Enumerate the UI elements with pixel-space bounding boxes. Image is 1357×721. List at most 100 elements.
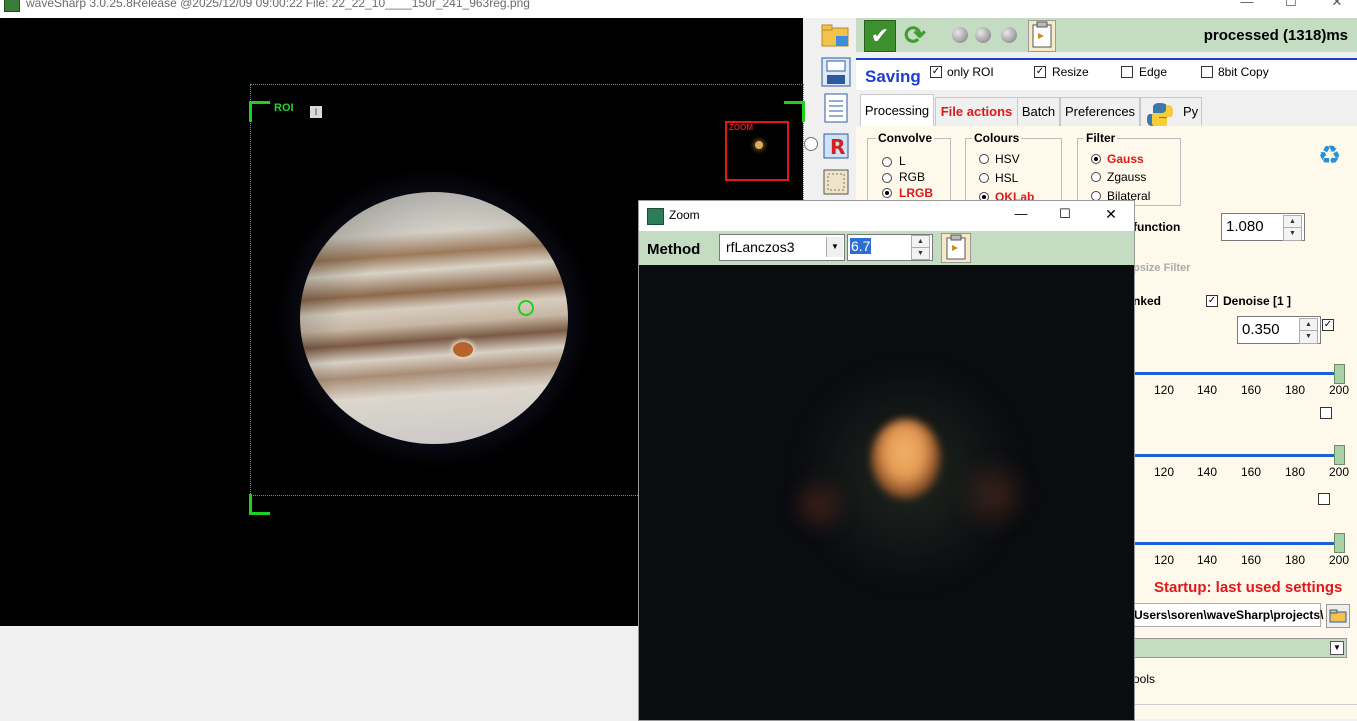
function-spinner[interactable]: 1.080 ▲ ▼: [1221, 213, 1305, 241]
panel-radio[interactable]: [804, 137, 818, 151]
slider-3-tick: 140: [1197, 553, 1218, 567]
function-value: 1.080: [1226, 218, 1264, 235]
tab-batch[interactable]: Batch: [1017, 97, 1060, 126]
method-dropdown-arrow-icon[interactable]: ▼: [826, 237, 843, 257]
denoise-extra-checkbox[interactable]: ✓: [1322, 319, 1334, 331]
minimize-button[interactable]: —: [1232, 0, 1262, 12]
slider-1-track[interactable]: [1133, 372, 1343, 375]
maximize-button[interactable]: ☐: [1276, 0, 1306, 12]
slider-3-thumb[interactable]: [1334, 533, 1345, 553]
app-icon: [4, 0, 20, 12]
eightbit-copy-checkbox[interactable]: [1201, 66, 1213, 78]
zoom-image[interactable]: [639, 265, 1134, 720]
open-folder-icon[interactable]: [820, 20, 854, 50]
clipboard-icon[interactable]: [1028, 20, 1056, 52]
saving-label: Saving: [865, 67, 921, 86]
filter-label-gauss: Gauss: [1107, 152, 1144, 166]
convolve-radio-rgb[interactable]: [882, 173, 892, 183]
crop-icon[interactable]: [820, 166, 854, 196]
roi-marker[interactable]: I: [310, 106, 322, 118]
only-roi-checkbox[interactable]: ✓: [930, 66, 942, 78]
denoise-down-arrow-icon[interactable]: ▼: [1299, 330, 1318, 344]
denoise-value: 0.350: [1242, 321, 1280, 338]
zoom-blur-right: [959, 455, 1029, 535]
zoom-factor-value[interactable]: 6.7: [850, 238, 872, 254]
convolve-radio-lrgb[interactable]: [882, 188, 892, 198]
zoom-preview: [755, 141, 763, 149]
browse-folder-icon[interactable]: [1326, 604, 1350, 628]
tab-python-label: Py: [1183, 104, 1199, 119]
startup-status: Startup: last used settings: [1154, 579, 1343, 596]
reset-roi-icon[interactable]: R: [820, 130, 854, 160]
resize-checkbox[interactable]: ✓: [1034, 66, 1046, 78]
close-button[interactable]: ✕: [1322, 0, 1352, 12]
preset-circle-1-icon[interactable]: [952, 27, 968, 43]
zoom-app-icon: [647, 208, 664, 225]
edge-checkbox[interactable]: [1121, 66, 1133, 78]
zoom-indicator-box[interactable]: ZOOM: [725, 121, 789, 181]
zoom-maximize-button[interactable]: ☐: [1055, 206, 1075, 222]
slider-1-tick: 180: [1285, 383, 1306, 397]
preset-circle-2-icon[interactable]: [975, 27, 991, 43]
project-path-field[interactable]: Users\soren\waveSharp\projects\: [1133, 603, 1323, 627]
colours-radio-hsl[interactable]: [979, 173, 989, 183]
zoom-clipboard-icon[interactable]: [941, 233, 971, 263]
apply-check-icon[interactable]: ✔: [864, 20, 896, 52]
window-title: waveSharp 3.0.25.8Release @2025/12/09 09…: [26, 0, 530, 10]
convolve-label-lrgb: LRGB: [899, 186, 933, 200]
only-roi-label: only ROI: [947, 65, 994, 79]
zoom-window: Zoom — ☐ ✕ Method rfLanczos3 ▼ 6.7 ▲ ▼: [638, 200, 1135, 721]
processing-status: processed (1318)ms: [1203, 27, 1348, 44]
preset-circle-3-icon[interactable]: [1001, 27, 1017, 43]
function-down-arrow-icon[interactable]: ▼: [1283, 227, 1302, 241]
slider-2-track[interactable]: [1133, 454, 1343, 457]
project-dropdown[interactable]: ▼: [1133, 638, 1347, 658]
recycle-icon[interactable]: ♻: [1318, 142, 1341, 168]
filter-radio-zgauss[interactable]: [1091, 172, 1101, 182]
denoise-spinner[interactable]: 0.350 ▲ ▼: [1237, 316, 1321, 344]
zoom-close-button[interactable]: ✕: [1101, 206, 1121, 223]
slider-2-tick: 200: [1329, 465, 1350, 479]
convolve-title: Convolve: [876, 131, 935, 145]
divider: [1133, 704, 1357, 705]
convolve-label-rgb: RGB: [899, 170, 926, 184]
tab-python[interactable]: Py: [1140, 97, 1202, 128]
method-value: rfLanczos3: [726, 239, 795, 255]
zoom-planet-blob: [871, 419, 941, 499]
filter-label-zgauss: Zgauss: [1107, 170, 1147, 184]
tab-processing[interactable]: Processing: [860, 94, 934, 127]
roi-corner-bottom-left[interactable]: [249, 494, 270, 515]
filter-size-label: psize Filter: [1133, 262, 1191, 274]
zoom-window-title: Zoom: [669, 208, 700, 222]
denoise-label: Denoise [1 ]: [1223, 294, 1292, 308]
tab-preferences[interactable]: Preferences: [1060, 97, 1140, 126]
slider-2-thumb[interactable]: [1334, 445, 1345, 465]
save-icon[interactable]: [820, 56, 854, 87]
zoom-factor-down-arrow-icon[interactable]: ▼: [911, 247, 930, 260]
refresh-icon[interactable]: ⟳: [898, 20, 932, 50]
filter-radio-gauss[interactable]: [1091, 154, 1101, 164]
slider-3-tick: 200: [1329, 553, 1350, 567]
zoom-factor-spinner[interactable]: 6.7 ▲ ▼: [847, 234, 933, 261]
roi-corner-top-left[interactable]: [249, 101, 270, 122]
method-select[interactable]: rfLanczos3 ▼: [719, 234, 845, 261]
slider-1-thumb[interactable]: [1334, 364, 1345, 384]
zoom-minimize-button[interactable]: —: [1011, 206, 1031, 221]
slider-1-tick: 200: [1329, 383, 1350, 397]
dropdown-arrow-icon[interactable]: ▼: [1330, 641, 1344, 655]
tab-file-actions[interactable]: File actions: [935, 97, 1018, 126]
slider-3-tick: 160: [1241, 553, 1262, 567]
slider-2-checkbox[interactable]: [1318, 493, 1330, 505]
slider-1-checkbox[interactable]: [1320, 407, 1332, 419]
slider-3-track[interactable]: [1133, 542, 1343, 545]
convolve-radio-l[interactable]: [882, 157, 892, 167]
roi-label: ROI: [274, 102, 294, 114]
roi-corner-top-right[interactable]: [784, 101, 805, 122]
denoise-checkbox[interactable]: ✓: [1206, 295, 1218, 307]
document-list-icon[interactable]: [820, 92, 854, 123]
slider-3-tick: 120: [1154, 553, 1175, 567]
colours-radio-hsv[interactable]: [979, 154, 989, 164]
slider-1-tick: 140: [1197, 383, 1218, 397]
zoom-window-titlebar: Zoom — ☐ ✕: [639, 201, 1134, 231]
title-bar: waveSharp 3.0.25.8Release @2025/12/09 09…: [0, 0, 1357, 18]
